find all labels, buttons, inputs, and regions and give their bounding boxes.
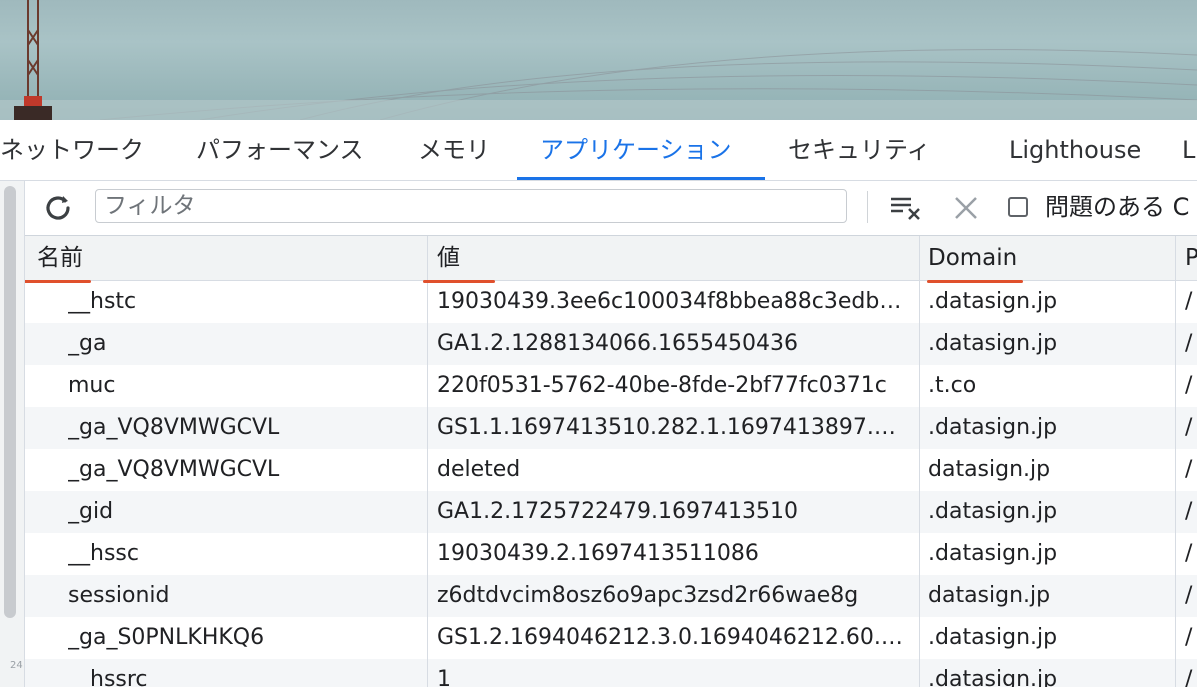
tab-network[interactable]: ネットワーク — [0, 120, 144, 180]
cookie-value-cell: GS1.2.1694046212.3.0.1694046212.60.… — [437, 625, 903, 650]
column-divider[interactable] — [919, 236, 920, 687]
cookie-value-cell: 19030439.3ee6c100034f8bbea88c3edb… — [437, 289, 902, 314]
cookie-name-cell: sessionid — [68, 583, 170, 608]
cookie-path-cell: / — [1185, 289, 1193, 314]
cookie-name-cell: _ga_VQ8VMWGCVL — [68, 415, 280, 440]
cookie-name-cell: _ga — [68, 331, 107, 356]
cookie-name-cell: __hssc — [68, 541, 139, 566]
column-header-domain[interactable]: Domain — [928, 236, 1017, 280]
cookie-value-cell: 220f0531-5762-40be-8fde-2bf77fc0371c — [437, 373, 887, 398]
cookie-domain-cell: .datasign.jp — [928, 625, 1058, 650]
vertical-scrollbar-thumb[interactable] — [4, 186, 16, 618]
cookie-path-cell: / — [1185, 667, 1193, 687]
cookie-name-cell: __hssrc — [68, 667, 148, 687]
issues-only-label: 問題のある C — [1045, 193, 1190, 221]
toolbar-separator — [867, 191, 868, 223]
tab-application[interactable]: アプリケーション — [540, 120, 732, 180]
cookie-path-cell: / — [1185, 331, 1193, 356]
table-row[interactable]: muc 220f0531-5762-40be-8fde-2bf77fc0371c.… — [25, 365, 1197, 407]
refresh-icon[interactable] — [41, 191, 75, 225]
column-divider[interactable] — [1175, 236, 1176, 687]
cookie-path-cell: / — [1185, 541, 1193, 566]
devtools-tab-bar: ネットワーク パフォーマンス メモリ アプリケーション セキュリティ Light… — [0, 120, 1197, 181]
delete-icon[interactable] — [951, 193, 981, 223]
active-tab-indicator — [517, 177, 765, 180]
table-row[interactable]: _ga_S0PNLKHKQ6 GS1.2.1694046212.3.0.16940… — [25, 617, 1197, 659]
cookie-value-cell: 1 — [437, 667, 451, 687]
table-row[interactable]: _gid GA1.2.1725722479.1697413510 .datasign… — [25, 491, 1197, 533]
corner-number: 24 — [10, 660, 23, 671]
cookies-toolbar: 問題のある C — [25, 181, 1197, 236]
cookie-value-cell: GS1.1.1697413510.282.1.1697413897.… — [437, 415, 896, 440]
cookie-name-cell: __hstc — [68, 289, 137, 314]
clear-filtered-icon[interactable] — [887, 191, 925, 225]
cookies-table: 名前 値 Domain P __hstc 19030439.3ee6c100034… — [25, 236, 1197, 687]
table-row[interactable]: sessionid z6dtdvcim8osz6o9apc3zsd2r66wae8… — [25, 575, 1197, 617]
cookie-value-cell: GA1.2.1288134066.1655450436 — [437, 331, 799, 356]
tab-performance[interactable]: パフォーマンス — [196, 120, 364, 180]
table-row[interactable]: _ga_VQ8VMWGCVL GS1.1.1697413510.282.1.169… — [25, 407, 1197, 449]
cookie-domain-cell: .datasign.jp — [928, 541, 1058, 566]
annotation-underline-domain — [927, 280, 1023, 283]
table-header: 名前 値 Domain P — [25, 236, 1197, 281]
tab-memory[interactable]: メモリ — [418, 120, 490, 180]
table-row[interactable]: __hstc 19030439.3ee6c100034f8bbea88c3edb…… — [25, 281, 1197, 323]
cookie-value-cell: 19030439.2.1697413511086 — [437, 541, 759, 566]
tab-security[interactable]: セキュリティ — [788, 120, 931, 180]
background-photo-banner — [0, 0, 1197, 120]
cookie-path-cell: / — [1185, 415, 1193, 440]
cookie-name-cell: _ga_VQ8VMWGCVL — [68, 457, 280, 482]
cookie-domain-cell: .datasign.jp — [928, 667, 1058, 687]
column-divider[interactable] — [427, 236, 428, 687]
annotation-underline-name — [25, 280, 91, 283]
cookie-value-cell: z6dtdvcim8osz6o9apc3zsd2r66wae8g — [437, 583, 859, 608]
table-row[interactable]: _ga_VQ8VMWGCVL deleted datasign.jp / — [25, 449, 1197, 491]
table-row[interactable]: _ga GA1.2.1288134066.1655450436 .datasign.… — [25, 323, 1197, 365]
cookie-path-cell: / — [1185, 625, 1193, 650]
tab-lighthouse[interactable]: Lighthouse — [1009, 120, 1141, 180]
cookie-domain-cell: datasign.jp — [928, 583, 1051, 608]
cookie-value-cell: GA1.2.1725722479.1697413510 — [437, 499, 799, 524]
column-header-name[interactable]: 名前 — [37, 236, 83, 280]
cookie-domain-cell: .datasign.jp — [928, 415, 1058, 440]
cookie-domain-cell: .datasign.jp — [928, 331, 1058, 356]
column-header-value[interactable]: 値 — [437, 236, 460, 280]
cookie-domain-cell: .t.co — [928, 373, 977, 398]
cookie-name-cell: _ga_S0PNLKHKQ6 — [68, 625, 265, 650]
tower-silhouette — [0, 0, 1197, 120]
filter-input[interactable] — [95, 189, 847, 223]
cookie-name-cell: _gid — [68, 499, 114, 524]
cookie-path-cell: / — [1185, 499, 1193, 524]
tab-overflow[interactable]: L — [1182, 120, 1195, 180]
cookie-domain-cell: .datasign.jp — [928, 289, 1058, 314]
cookie-path-cell: / — [1185, 457, 1193, 482]
cookie-path-cell: / — [1185, 583, 1193, 608]
table-row[interactable]: __hssrc 1 .datasign.jp / — [25, 659, 1197, 687]
column-header-path[interactable]: P — [1185, 236, 1197, 280]
annotation-underline-value — [423, 280, 495, 283]
cookie-value-cell: deleted — [437, 457, 521, 482]
issues-only-checkbox[interactable] — [1008, 197, 1028, 217]
cookie-domain-cell: .datasign.jp — [928, 499, 1058, 524]
cookie-domain-cell: datasign.jp — [928, 457, 1051, 482]
cookie-path-cell: / — [1185, 373, 1193, 398]
table-row[interactable]: __hssc 19030439.2.1697413511086 .datasign.… — [25, 533, 1197, 575]
cookie-name-cell: muc — [68, 373, 116, 398]
